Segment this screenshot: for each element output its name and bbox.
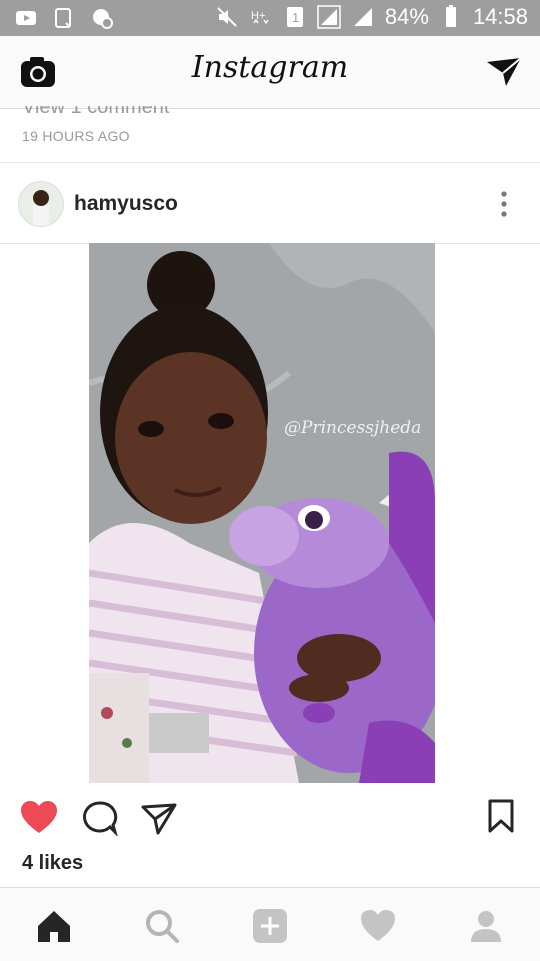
home-icon[interactable]	[34, 906, 74, 946]
comment-bubble-icon[interactable]	[82, 800, 118, 836]
post-header: hamyusco	[0, 162, 540, 244]
bookmark-icon[interactable]	[486, 798, 516, 834]
post-photo	[89, 243, 435, 783]
like-count[interactable]: 4 likes	[22, 852, 83, 875]
clock: 14:58	[472, 4, 528, 29]
activity-heart-icon[interactable]	[358, 906, 398, 946]
app-title: Instagram	[191, 50, 349, 85]
photo-watermark: @Princessjheda	[284, 418, 422, 438]
svg-text:H+: H+	[251, 10, 265, 22]
top-app-bar: Instagram	[0, 36, 540, 109]
svg-text:1: 1	[292, 10, 299, 25]
mute-icon	[217, 7, 237, 27]
plus-icon[interactable]	[250, 906, 290, 946]
heart-icon[interactable]	[20, 800, 58, 836]
settings-notification-icon	[93, 9, 113, 29]
network-h-plus-icon: H+	[251, 10, 269, 25]
search-icon[interactable]	[142, 906, 182, 946]
signal-sim1-icon	[317, 5, 341, 29]
screenshot-icon	[55, 8, 71, 28]
person-icon[interactable]	[466, 906, 506, 946]
sim-one-icon: 1	[286, 7, 303, 27]
paper-plane-icon[interactable]	[484, 52, 524, 92]
post-actions	[0, 796, 540, 840]
avatar[interactable]	[18, 181, 64, 227]
signal-sim2-icon	[353, 8, 372, 26]
battery-percentage: 84%	[384, 4, 429, 29]
status-bar: H+ 1 84% 14:58	[0, 0, 540, 36]
battery-icon	[445, 5, 456, 27]
post-username[interactable]: hamyusco	[74, 192, 178, 216]
paper-plane-icon[interactable]	[140, 800, 178, 836]
post-image[interactable]: @Princessjheda	[89, 243, 435, 783]
vertical-dots-icon[interactable]	[496, 189, 512, 219]
bottom-navigation	[0, 887, 540, 961]
youtube-icon	[16, 11, 36, 25]
post-timestamp: 19 HOURS AGO	[22, 128, 130, 144]
avatar-image	[19, 182, 63, 226]
